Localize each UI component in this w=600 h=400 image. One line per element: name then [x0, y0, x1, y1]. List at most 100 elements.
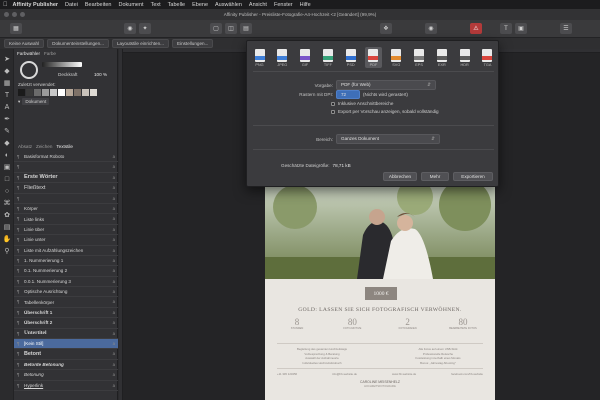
- grid-toggle-icon[interactable]: ▤: [240, 23, 252, 34]
- tab-character[interactable]: Zeichen: [36, 144, 52, 149]
- text-style-item[interactable]: ¶ Tabellenkörper a: [14, 297, 118, 308]
- format-tga-button[interactable]: TGA: [479, 47, 496, 68]
- menu-datei[interactable]: Datei: [65, 2, 78, 8]
- format-png-button[interactable]: PNG: [251, 47, 268, 68]
- layout-styles-button[interactable]: Layoutstile einrichten...: [111, 39, 169, 48]
- snapping-icon[interactable]: ❖: [380, 23, 392, 34]
- text-style-item[interactable]: ¶ Erste Wörter a: [14, 173, 118, 184]
- tab-colour-picker[interactable]: Farbwähler: [17, 51, 40, 56]
- hide-panels-icon[interactable]: ☰: [560, 23, 572, 34]
- colour-swatch[interactable]: [42, 89, 49, 96]
- text-frame-icon[interactable]: T: [500, 23, 512, 34]
- format-tiff-button[interactable]: TIFF: [319, 47, 336, 68]
- tab-text-styles[interactable]: Textstile: [56, 144, 73, 149]
- text-style-item[interactable]: ¶ Liste mit Aufzählungszeichen a: [14, 246, 118, 256]
- apple-icon[interactable]: : [3, 2, 8, 8]
- package-headline[interactable]: GOLD: LASSEN SIE SICH FOTOGRAFISCH VERWÖ…: [265, 307, 495, 313]
- colour-swatch[interactable]: [34, 89, 41, 96]
- contact-facebook[interactable]: facebook.com/hb-website: [451, 372, 483, 376]
- text-style-item[interactable]: ¶ Untertitel a: [14, 329, 118, 340]
- persona-publisher-icon[interactable]: ▦: [10, 23, 22, 34]
- menu-fenster[interactable]: Fenster: [274, 2, 293, 8]
- area-select[interactable]: Ganzes Dokument ⇵: [336, 134, 440, 144]
- text-style-item[interactable]: ¶ Hyperlink a: [14, 381, 118, 391]
- hand-tool-icon[interactable]: ✋: [2, 234, 12, 244]
- colour-slider[interactable]: [42, 62, 82, 67]
- text-style-item[interactable]: ¶ Fließtext a: [14, 183, 118, 194]
- colour-swatch[interactable]: [26, 89, 33, 96]
- text-style-item[interactable]: ¶ Überschrift 2 a: [14, 318, 118, 329]
- text-style-item[interactable]: ¶ Betonung a: [14, 370, 118, 381]
- fill-tool-icon[interactable]: ◆: [2, 138, 12, 148]
- spread-view-icon[interactable]: ◫: [225, 23, 237, 34]
- preflight-warning-icon[interactable]: ⚠: [470, 23, 482, 34]
- stat-photographers[interactable]: 2 FOTOGRAFEN: [388, 317, 428, 330]
- export-button[interactable]: Exportieren: [453, 172, 493, 181]
- features-left[interactable]: Begleitung des gesamten Hochzeitstags Vo…: [277, 347, 367, 365]
- text-style-item[interactable]: ¶ Linie unter a: [14, 235, 118, 246]
- text-style-item[interactable]: ¶ 1. Nummerierung 1 a: [14, 256, 118, 267]
- wedding-photo[interactable]: [265, 187, 495, 279]
- text-style-item[interactable]: ¶ [Kein Stil] a: [14, 339, 118, 350]
- preview-checkbox[interactable]: [331, 109, 335, 114]
- owner-name[interactable]: CAROLINE MEISENHELZ: [265, 380, 495, 384]
- menu-ansicht[interactable]: Ansicht: [249, 2, 267, 8]
- format-eps-button[interactable]: EPS: [411, 47, 428, 68]
- ellipse-tool-icon[interactable]: ○: [2, 186, 12, 196]
- price-badge[interactable]: 1000 €: [365, 287, 397, 300]
- cancel-button[interactable]: Abbrechen: [383, 172, 417, 181]
- text-style-item[interactable]: ¶ Basisformat Roboto a: [14, 152, 118, 163]
- opacity-value[interactable]: 100 %: [94, 72, 107, 77]
- tab-paragraph[interactable]: Absatz: [18, 144, 32, 149]
- text-style-item[interactable]: ¶ Liste links a: [14, 214, 118, 225]
- pen-tool-icon[interactable]: ✒: [2, 114, 12, 124]
- format-gif-button[interactable]: GIF: [297, 47, 314, 68]
- table-tool-icon[interactable]: ▦: [2, 78, 12, 88]
- rectangle-tool-icon[interactable]: □: [2, 174, 12, 184]
- text-style-item[interactable]: ¶ 0.0.1. Nummerierung 3 a: [14, 277, 118, 288]
- colour-swatch[interactable]: [82, 89, 89, 96]
- stroke-fill-ring-icon[interactable]: [20, 61, 38, 79]
- text-style-item[interactable]: ¶ Körper a: [14, 204, 118, 215]
- format-psd-button[interactable]: PSD: [342, 47, 359, 68]
- menu-app-name[interactable]: Affinity Publisher: [13, 2, 59, 8]
- stat-motifs[interactable]: 80 FOTO-MOTIVE: [332, 317, 372, 330]
- palette-dropdown-icon[interactable]: ▾: [18, 99, 20, 105]
- menu-ebene[interactable]: Ebene: [192, 2, 208, 8]
- colour-swatch[interactable]: [18, 89, 25, 96]
- vertical-ruler[interactable]: [119, 49, 123, 400]
- text-style-item[interactable]: ¶ Überschrift 1 a: [14, 308, 118, 319]
- colour-swatch[interactable]: [50, 89, 57, 96]
- transparency-tool-icon[interactable]: ◐: [2, 150, 12, 160]
- preflight-icon[interactable]: ◉: [124, 23, 136, 34]
- text-style-item[interactable]: ¶ a: [14, 162, 118, 173]
- format-pdf-button[interactable]: PDF: [364, 47, 382, 68]
- owner-subtitle[interactable]: HOCHZEITSFOTOGRAFIE: [265, 385, 495, 388]
- menu-bearbeiten[interactable]: Bearbeiten: [85, 2, 112, 8]
- menu-dokument[interactable]: Dokument: [118, 2, 143, 8]
- minimize-window-icon[interactable]: [12, 12, 17, 17]
- menu-text[interactable]: Text: [151, 2, 161, 8]
- colour-swatch[interactable]: [58, 89, 65, 96]
- text-style-item[interactable]: ¶ Linie über a: [14, 225, 118, 236]
- raster-dpi-select[interactable]: 72: [336, 90, 360, 99]
- picture-frame-icon[interactable]: ▣: [515, 23, 527, 34]
- document-page[interactable]: 1000 € GOLD: LASSEN SIE SICH FOTOGRAFISC…: [265, 187, 495, 400]
- text-frame-tool-icon[interactable]: T: [2, 90, 12, 100]
- zoom-tool-icon[interactable]: ⚲: [2, 246, 12, 256]
- place-image-tool-icon[interactable]: ▤: [2, 222, 12, 232]
- menu-tabelle[interactable]: Tabelle: [168, 2, 185, 8]
- zoom-window-icon[interactable]: [20, 12, 25, 17]
- format-jpeg-button[interactable]: JPEG: [274, 47, 291, 68]
- text-style-item[interactable]: ¶ 0.1. Nummerierung 2 a: [14, 266, 118, 277]
- features-right[interactable]: Alle Fotos auf einem USB-Stick Professio…: [393, 347, 483, 365]
- menu-auswaehlen[interactable]: Auswählen: [215, 2, 242, 8]
- preferences-button[interactable]: Einstellungen...: [171, 39, 214, 48]
- node-tool-icon[interactable]: ◆: [2, 66, 12, 76]
- picture-frame-tool-icon[interactable]: ▣: [2, 162, 12, 172]
- view-mode-icon[interactable]: ▢: [210, 23, 222, 34]
- colour-swatch[interactable]: [90, 89, 97, 96]
- colour-swatch[interactable]: [66, 89, 73, 96]
- palette-dropdown[interactable]: Dokument: [22, 98, 50, 105]
- tab-colour[interactable]: Farbe: [44, 51, 56, 56]
